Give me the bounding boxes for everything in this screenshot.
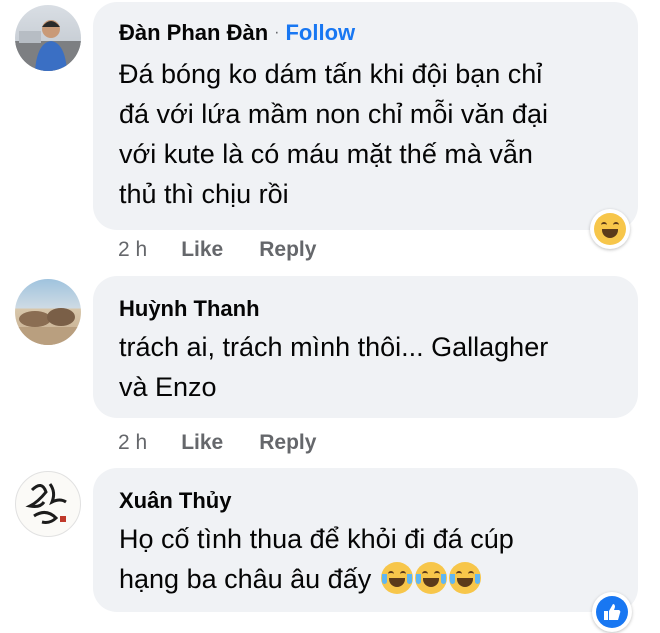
grinning-face-icon[interactable] — [590, 209, 630, 249]
comment-actions: 2 h Like Reply — [118, 431, 316, 455]
person-photo — [15, 20, 81, 71]
comment-line: Đá bóng ko dám tấn khi đội bạn chỉ — [119, 59, 543, 89]
follow-button[interactable]: Follow — [285, 20, 355, 45]
avatar[interactable] — [15, 279, 81, 345]
tears-of-joy-icon — [448, 562, 481, 594]
comment-line: với kute là có máu mặt thế mà vẫn — [119, 139, 533, 169]
tears-of-joy-icon — [414, 562, 447, 594]
like-button[interactable]: Like — [181, 431, 223, 455]
comment-bubble: Xuân Thủy Họ cố tình thua để khỏi đi đá … — [93, 468, 638, 612]
like-icon[interactable] — [592, 592, 632, 632]
separator-dot: · — [274, 24, 280, 41]
comment-author: Đàn Phan Đàn · Follow — [119, 20, 355, 46]
comment-bubble: Đàn Phan Đàn · Follow Đá bóng ko dám tấn k… — [93, 2, 638, 230]
like-button[interactable]: Like — [181, 238, 223, 262]
comment-line: thủ thì chịu rồi — [119, 179, 289, 209]
avatar[interactable] — [15, 471, 81, 537]
comment-text: Đá bóng ko dám tấn khi đội bạn chỉ đá vớ… — [119, 54, 548, 214]
comment-bubble: Huỳnh Thanh trách ai, trách mình thôi...… — [93, 276, 638, 418]
tears-of-joy-icon — [380, 562, 413, 594]
comment-actions: 2 h Like Reply — [118, 238, 316, 262]
comment-text: trách ai, trách mình thôi... Gallagher v… — [119, 327, 548, 407]
comment-line: và Enzo — [119, 372, 217, 402]
avatar[interactable] — [15, 5, 81, 71]
comment-text: Họ cố tình thua để khỏi đi đá cúp hạng b… — [119, 519, 514, 599]
comment-line: hạng ba châu âu đấy — [119, 564, 372, 594]
timestamp[interactable]: 2 h — [118, 431, 147, 455]
comment-line-with-emojis: hạng ba châu âu đấy — [119, 559, 514, 599]
thumbs-up-icon — [604, 604, 621, 620]
reply-button[interactable]: Reply — [259, 238, 316, 262]
author-name[interactable]: Xuân Thủy — [119, 488, 231, 514]
comment-line: Họ cố tình thua để khỏi đi đá cúp — [119, 524, 514, 554]
reply-button[interactable]: Reply — [259, 431, 316, 455]
timestamp[interactable]: 2 h — [118, 238, 147, 262]
comment-line: đá với lứa mầm non chỉ mỗi văn đại — [119, 99, 548, 129]
landscape-photo — [15, 308, 81, 345]
comment-line: trách ai, trách mình thôi... Gallagher — [119, 332, 549, 362]
author-name[interactable]: Huỳnh Thanh — [119, 296, 260, 322]
calligraphy-logo — [25, 483, 67, 524]
author-name[interactable]: Đàn Phan Đàn — [119, 20, 268, 45]
